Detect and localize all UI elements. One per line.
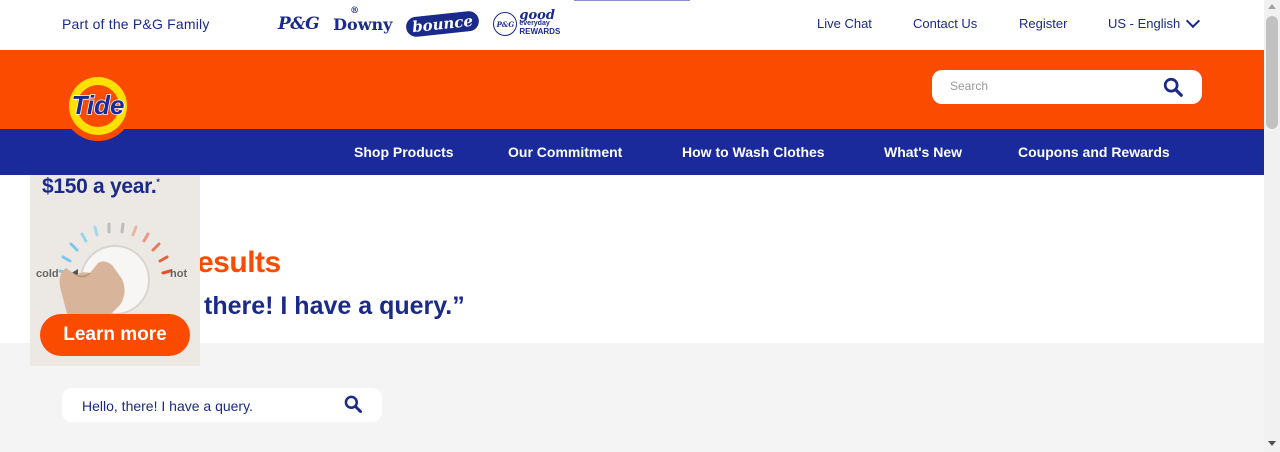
nav-shop-products[interactable]: Shop Products: [354, 144, 454, 160]
search-query-echo: there! I have a query.”: [204, 292, 465, 320]
ad-footnote-mark: *: [156, 177, 160, 187]
register-link[interactable]: Register: [1019, 16, 1067, 31]
nav-whats-new[interactable]: What's New: [884, 144, 962, 160]
top-utility-bar: Part of the P&G Family P&G Downy ® bounce…: [0, 0, 1264, 50]
skip-link-tab: [574, 0, 690, 1]
ad-hot-label: hot: [170, 268, 188, 280]
brand-logos: P&G Downy ® bounce P&G good everyday REWA…: [278, 6, 561, 40]
good-text: good: [519, 8, 555, 23]
search-icon[interactable]: [343, 394, 363, 414]
search-results-heading: esults: [197, 246, 281, 279]
ad-headline-text: $150 a year.: [42, 175, 157, 198]
scroll-up-arrow-icon[interactable]: [1268, 4, 1276, 9]
pg-good-everyday-logo[interactable]: P&G good everyday REWARDS: [493, 8, 561, 36]
scrollbar[interactable]: [1264, 0, 1280, 452]
ad-cold-label: cold: [36, 268, 59, 280]
nav-coupons-rewards[interactable]: Coupons and Rewards: [1018, 144, 1170, 160]
tide-logo[interactable]: Tide: [62, 70, 134, 142]
live-chat-link[interactable]: Live Chat: [817, 16, 872, 31]
pg-logo[interactable]: P&G: [278, 14, 320, 34]
language-label: US - English: [1108, 16, 1181, 31]
downy-registered-mark: ®: [350, 5, 360, 16]
contact-us-link[interactable]: Contact Us: [913, 16, 977, 31]
nav-how-to-wash[interactable]: How to Wash Clothes: [682, 144, 825, 160]
good-everyday-rewards-text: good everyday REWARDS: [519, 8, 561, 36]
scroll-down-arrow-icon[interactable]: [1268, 441, 1276, 446]
pg-badge: P&G: [493, 12, 518, 36]
chevron-down-icon: [1186, 13, 1201, 29]
search-input[interactable]: [950, 79, 1150, 93]
bounce-logo[interactable]: bounce: [405, 10, 481, 38]
search-icon[interactable]: [1162, 76, 1184, 98]
header-search: [932, 70, 1202, 104]
rewards-text: REWARDS: [519, 27, 561, 36]
downy-logo-text: Downy: [333, 14, 393, 34]
scroll-thumb[interactable]: [1266, 16, 1278, 129]
pg-family-link[interactable]: Part of the P&G Family: [62, 16, 210, 32]
learn-more-button[interactable]: Learn more: [40, 314, 190, 356]
ad-headline: $150 a year.*: [42, 175, 160, 199]
downy-logo[interactable]: Downy ®: [333, 6, 393, 34]
language-selector[interactable]: US - English: [1108, 13, 1201, 31]
tide-logo-text: Tide: [72, 90, 125, 120]
results-search: [62, 388, 382, 422]
results-search-input[interactable]: [82, 398, 332, 414]
nav-our-commitment[interactable]: Our Commitment: [508, 144, 622, 160]
thermostat-dial-icon: [58, 222, 172, 325]
promo-ad[interactable]: $150 a year.* cold hot Learn more: [30, 175, 200, 366]
